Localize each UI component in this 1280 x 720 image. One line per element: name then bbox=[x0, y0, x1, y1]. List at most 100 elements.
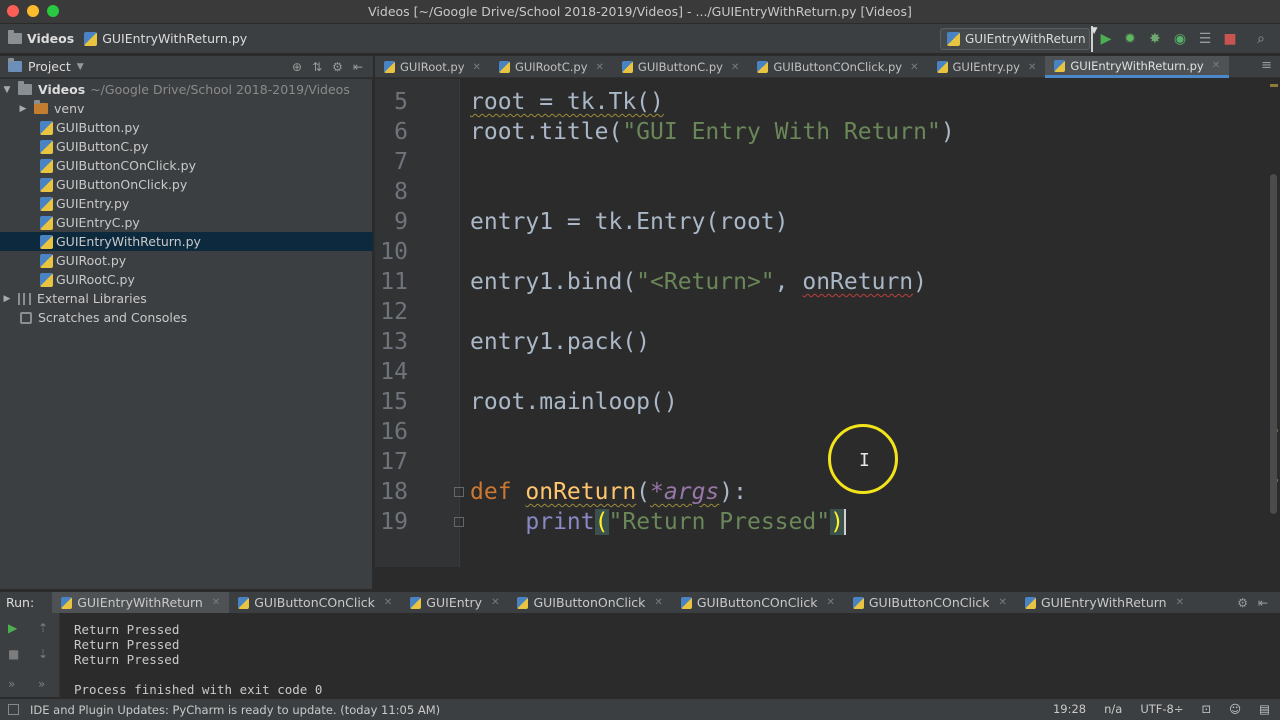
close-window-button[interactable] bbox=[7, 5, 19, 17]
close-icon[interactable]: ✕ bbox=[999, 597, 1007, 608]
tree-item[interactable]: GUIRoot.py bbox=[0, 251, 373, 270]
close-icon[interactable]: ✕ bbox=[826, 597, 834, 608]
run-tab[interactable]: GUIEntry ✕ bbox=[401, 592, 508, 614]
event-log-icon[interactable]: ▤ bbox=[1259, 702, 1270, 716]
breadcrumb-project[interactable]: Videos bbox=[8, 30, 74, 46]
zoom-window-button[interactable] bbox=[47, 5, 59, 17]
tool-window-toggle-icon[interactable] bbox=[8, 704, 19, 715]
tree-scratches[interactable]: Scratches and Consoles bbox=[0, 308, 373, 327]
close-icon[interactable]: ✕ bbox=[1028, 62, 1036, 73]
tree-item[interactable]: GUIEntryC.py bbox=[0, 213, 373, 232]
run-tab[interactable]: GUIButtonCOnClick ✕ bbox=[672, 592, 844, 614]
chevron-right-icon[interactable]: ▶ bbox=[2, 294, 12, 304]
tree-item[interactable]: GUIEntryWithReturn.py bbox=[0, 232, 373, 251]
python-file-icon bbox=[40, 215, 53, 230]
chevron-down-icon[interactable]: ▼ bbox=[2, 85, 12, 95]
profile-icon[interactable]: ◉ bbox=[1171, 30, 1189, 48]
lock-icon[interactable]: ⊡ bbox=[1201, 702, 1211, 716]
tree-external-libraries[interactable]: ▶ External Libraries bbox=[0, 289, 373, 308]
build-icon[interactable]: ☰ bbox=[1196, 30, 1214, 48]
chevron-right-icon[interactable]: ▶ bbox=[18, 104, 28, 114]
status-message[interactable]: IDE and Plugin Updates: PyCharm is ready… bbox=[30, 703, 440, 717]
console-line: Return Pressed bbox=[74, 652, 180, 667]
close-icon[interactable]: ✕ bbox=[1176, 597, 1184, 608]
inspector-icon[interactable]: ☺ bbox=[1229, 702, 1241, 716]
file-encoding[interactable]: UTF-8÷ bbox=[1140, 702, 1183, 716]
stop-icon[interactable]: ■ bbox=[1221, 30, 1239, 48]
tree-item[interactable]: ▶ venv bbox=[0, 99, 373, 118]
minimize-window-button[interactable] bbox=[27, 5, 39, 17]
editor-scrollbar[interactable] bbox=[1270, 174, 1277, 514]
bug-icon[interactable]: ✹ bbox=[1121, 30, 1139, 48]
tree-item[interactable]: GUIButtonOnClick.py bbox=[0, 175, 373, 194]
code-editor[interactable]: 5 6 7 8 9 10 11 12 13 14 15 16 17 18 19 root = tk.Tk()… bbox=[375, 79, 1280, 567]
run-tab[interactable]: GUIEntryWithReturn ✕ bbox=[52, 591, 230, 614]
close-icon[interactable]: ✕ bbox=[473, 62, 481, 73]
run-tab[interactable]: GUIButtonOnClick ✕ bbox=[508, 592, 671, 614]
python-file-icon bbox=[936, 61, 948, 73]
close-icon[interactable]: ✕ bbox=[910, 62, 918, 73]
close-icon[interactable]: ✕ bbox=[491, 597, 499, 608]
locate-icon[interactable]: ⊕ bbox=[292, 60, 302, 74]
python-file-icon bbox=[621, 61, 633, 73]
python-file-icon bbox=[61, 596, 73, 609]
editor-tab[interactable]: GUIRoot.py ✕ bbox=[375, 56, 490, 78]
line-number: 9 bbox=[394, 209, 408, 235]
play-icon[interactable]: ▶ bbox=[1097, 30, 1115, 48]
python-file-icon bbox=[1054, 59, 1066, 72]
tree-item[interactable]: GUIButtonC.py bbox=[0, 137, 373, 156]
editor-tab[interactable]: GUIRootC.py ✕ bbox=[490, 56, 613, 78]
run-tab[interactable]: GUIEntryWithReturn ✕ bbox=[1016, 592, 1193, 614]
line-number: 13 bbox=[380, 329, 408, 355]
run-configuration-select[interactable]: GUIEntryWithReturn ▼ bbox=[940, 26, 1098, 52]
arrow-up-icon[interactable]: ⇡ bbox=[38, 621, 48, 635]
editor-tab[interactable]: GUIEntryWithReturn.py ✕ bbox=[1045, 56, 1230, 78]
tree-item[interactable]: GUIEntry.py bbox=[0, 194, 373, 213]
hide-icon[interactable]: ⇤ bbox=[1258, 596, 1268, 610]
hide-icon[interactable]: ⇤ bbox=[353, 60, 363, 74]
close-icon[interactable]: ✕ bbox=[212, 597, 220, 608]
gear-icon[interactable]: ⚙ bbox=[1237, 596, 1248, 610]
project-view-select[interactable]: Project bbox=[28, 59, 71, 74]
coverage-icon[interactable]: ✸ bbox=[1146, 30, 1164, 48]
close-icon[interactable]: ✕ bbox=[654, 597, 662, 608]
run-tab[interactable]: GUIButtonCOnClick ✕ bbox=[229, 592, 401, 614]
status-bar: IDE and Plugin Updates: PyCharm is ready… bbox=[0, 698, 1280, 720]
editor-tab[interactable]: GUIButtonCOnClick.py ✕ bbox=[748, 56, 927, 78]
tree-item[interactable]: GUIRootC.py bbox=[0, 270, 373, 289]
tabs-menu-icon[interactable]: ≡ bbox=[1261, 58, 1272, 73]
editor-tab[interactable]: GUIEntry.py ✕ bbox=[928, 56, 1046, 78]
tree-item[interactable]: GUIButtonCOnClick.py bbox=[0, 156, 373, 175]
tree-root[interactable]: ▼ Videos ~/Google Drive/School 2018-2019… bbox=[0, 80, 373, 99]
more-icon[interactable]: » bbox=[38, 677, 45, 691]
close-icon[interactable]: ✕ bbox=[731, 62, 739, 73]
stop-icon[interactable]: ■ bbox=[8, 647, 19, 661]
run-console[interactable]: ▶ ⇡ ■ ⇣ » » Return Pressed Return Pressed… bbox=[0, 613, 1280, 697]
fold-marker-icon[interactable] bbox=[454, 487, 464, 497]
chevron-down-icon[interactable]: ▼ bbox=[77, 62, 84, 72]
arrow-down-icon[interactable]: ⇣ bbox=[38, 647, 48, 661]
folder-icon bbox=[34, 100, 48, 114]
text-caret bbox=[843, 509, 846, 535]
line-separator[interactable]: n/a bbox=[1104, 702, 1122, 716]
folder-icon bbox=[8, 30, 22, 44]
gear-icon[interactable]: ⚙ bbox=[332, 60, 343, 74]
caret-position[interactable]: 19:28 bbox=[1053, 702, 1086, 716]
breadcrumb-file[interactable]: GUIEntryWithReturn.py bbox=[84, 31, 247, 46]
search-icon[interactable]: ⌕ bbox=[1252, 30, 1270, 48]
tree-item[interactable]: GUIButton.py bbox=[0, 118, 373, 137]
close-icon[interactable]: ✕ bbox=[384, 597, 392, 608]
expand-icon[interactable]: » bbox=[8, 677, 15, 691]
run-tab[interactable]: GUIButtonCOnClick ✕ bbox=[844, 592, 1016, 614]
editor-tab[interactable]: GUIButtonC.py ✕ bbox=[613, 56, 748, 78]
status-widgets: 19:28 n/a UTF-8÷ ⊡ ☺ ▤ bbox=[1053, 702, 1270, 716]
close-icon[interactable]: ✕ bbox=[1212, 60, 1220, 71]
scratch-icon bbox=[20, 311, 32, 324]
line-number: 19 bbox=[380, 509, 408, 535]
collapse-icon[interactable]: ⇅ bbox=[312, 60, 322, 74]
fold-marker-icon[interactable] bbox=[454, 517, 464, 527]
python-file-icon bbox=[40, 272, 53, 287]
rerun-icon[interactable]: ▶ bbox=[8, 621, 17, 635]
close-icon[interactable]: ✕ bbox=[596, 62, 604, 73]
warning-marker[interactable] bbox=[1270, 84, 1278, 87]
